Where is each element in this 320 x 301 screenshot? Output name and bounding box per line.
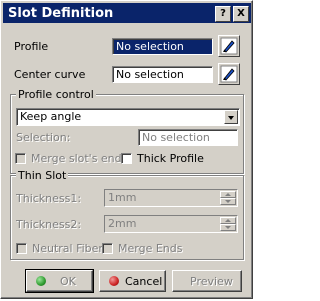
- spin-up-icon[interactable]: [220, 191, 236, 198]
- profile-control-title: Profile control: [16, 88, 96, 101]
- center-curve-label: Center curve: [14, 68, 86, 81]
- center-curve-sketch-button[interactable]: [218, 63, 240, 85]
- sketcher-icon: [220, 65, 238, 83]
- help-button[interactable]: ?: [215, 6, 231, 22]
- slot-definition-dialog: Slot Definition ? X Profile No selection…: [0, 0, 253, 299]
- thickness2-spin-buttons[interactable]: [220, 217, 236, 231]
- thickness1-value: 1mm: [108, 191, 137, 204]
- cancel-icon: [109, 276, 119, 286]
- thick-profile-checkbox[interactable]: [121, 153, 132, 164]
- ok-icon: [36, 276, 46, 286]
- dialog-title: Slot Definition: [8, 6, 114, 21]
- thick-profile-label: Thick Profile: [137, 152, 204, 165]
- merge-ends-checkbox[interactable]: [102, 243, 113, 254]
- profile-control-selected: Keep angle: [20, 110, 82, 123]
- thickness1-spinner[interactable]: 1mm: [104, 189, 238, 207]
- selection-field[interactable]: No selection: [138, 129, 238, 146]
- close-button[interactable]: X: [233, 6, 249, 22]
- preview-button[interactable]: Preview: [172, 270, 242, 292]
- profile-control-combo[interactable]: Keep angle: [16, 108, 240, 126]
- cancel-label: Cancel: [125, 275, 163, 288]
- selection-label: Selection:: [16, 131, 71, 144]
- merge-slots-ends-checkbox[interactable]: [15, 153, 26, 164]
- cancel-button[interactable]: Cancel: [99, 270, 166, 292]
- thin-slot-title: Thin Slot: [16, 169, 69, 182]
- ok-label: OK: [60, 275, 76, 288]
- spin-down-icon[interactable]: [220, 224, 236, 231]
- thickness1-label: Thickness1:: [16, 192, 82, 205]
- neutral-fiber-checkbox[interactable]: [16, 243, 27, 254]
- profile-sketch-button[interactable]: [218, 35, 240, 57]
- sketcher-icon: [220, 37, 238, 55]
- profile-label: Profile: [14, 40, 49, 53]
- spin-up-icon[interactable]: [220, 217, 236, 224]
- ok-button[interactable]: OK: [25, 269, 94, 293]
- neutral-fiber-label: Neutral Fiber: [32, 242, 103, 255]
- thickness2-spinner[interactable]: 2mm: [104, 215, 238, 233]
- profile-selection-field[interactable]: No selection: [112, 38, 213, 55]
- thickness2-value: 2mm: [108, 217, 137, 230]
- spin-down-icon[interactable]: [220, 198, 236, 205]
- thickness1-spin-buttons[interactable]: [220, 191, 236, 205]
- center-curve-selection-field[interactable]: No selection: [112, 66, 213, 83]
- merge-ends-label: Merge Ends: [118, 242, 183, 255]
- dropdown-arrow-icon[interactable]: [224, 110, 238, 124]
- merge-slots-ends-label: Merge slot's ends: [31, 152, 128, 165]
- title-bar[interactable]: Slot Definition ? X: [3, 3, 251, 23]
- thickness2-label: Thickness2:: [16, 218, 82, 231]
- preview-label: Preview: [190, 275, 233, 288]
